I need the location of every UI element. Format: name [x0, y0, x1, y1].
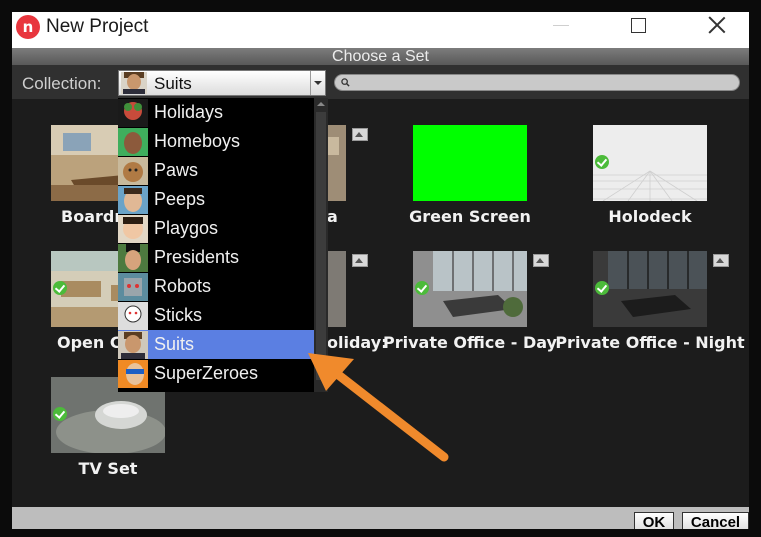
image-badge-icon	[533, 254, 549, 267]
set-label: Holodeck	[608, 207, 692, 226]
set-thumbnail	[593, 251, 707, 327]
installed-check-icon	[415, 281, 429, 295]
dropdown-item-sticks[interactable]: Sticks	[118, 301, 314, 330]
minimize-icon	[553, 25, 569, 26]
title-bar[interactable]: n New Project	[12, 12, 749, 48]
dialog-subtitle: Choose a Set	[12, 48, 749, 65]
ok-button[interactable]: OK	[634, 512, 674, 529]
suits-avatar-icon	[121, 72, 147, 94]
collection-toolbar: Collection: Suits	[12, 65, 749, 99]
set-tile-private-office-day[interactable]: Private Office - Day	[383, 251, 557, 352]
app-logo-icon: n	[16, 15, 40, 39]
image-badge-icon	[352, 254, 368, 267]
search-input[interactable]	[357, 75, 727, 90]
dropdown-toggle[interactable]	[310, 71, 325, 95]
collection-value: Suits	[154, 74, 192, 93]
search-box[interactable]	[334, 74, 740, 91]
collection-dropdown-list[interactable]: Holidays Homeboys Paws Peeps Playgos Pre…	[118, 98, 328, 392]
cancel-button[interactable]: Cancel	[682, 512, 749, 529]
presidents-avatar-icon	[118, 244, 148, 272]
installed-check-icon	[53, 281, 67, 295]
suits-avatar-icon	[118, 331, 148, 359]
homeboys-avatar-icon	[118, 128, 148, 156]
maximize-button[interactable]	[618, 12, 660, 42]
paws-avatar-icon	[118, 157, 148, 185]
set-label: Private Office - Night	[555, 333, 745, 352]
chevron-down-icon	[314, 81, 322, 85]
scroll-up-icon	[317, 102, 325, 106]
dialog-footer: OK Cancel	[12, 507, 749, 529]
set-label: TV Set	[78, 459, 138, 478]
image-badge-icon	[713, 254, 729, 267]
dropdown-item-superzeroes[interactable]: SuperZeroes	[118, 359, 314, 388]
set-thumbnail	[413, 251, 527, 327]
dropdown-item-paws[interactable]: Paws	[118, 156, 314, 185]
annotation-arrow-icon	[308, 353, 449, 462]
set-thumbnail	[413, 125, 527, 201]
peeps-avatar-icon	[118, 186, 148, 214]
dropdown-item-suits[interactable]: Suits	[118, 330, 314, 359]
search-icon	[341, 78, 350, 87]
dropdown-item-homeboys[interactable]: Homeboys	[118, 127, 314, 156]
set-tile-private-office-night[interactable]: Private Office - Night	[555, 251, 745, 352]
set-thumbnail	[593, 125, 707, 202]
dropdown-item-robots[interactable]: Robots	[118, 272, 314, 301]
playgos-avatar-icon	[118, 215, 148, 243]
superzeroes-avatar-icon	[118, 360, 148, 388]
robots-avatar-icon	[118, 273, 148, 301]
collection-select[interactable]: Suits	[118, 70, 326, 96]
image-badge-icon	[352, 128, 368, 141]
sticks-avatar-icon	[118, 302, 148, 330]
set-tile-green-screen[interactable]: Green Screen	[409, 125, 531, 226]
dropdown-item-peeps[interactable]: Peeps	[118, 185, 314, 214]
close-button[interactable]	[695, 12, 737, 42]
scrollbar-thumb[interactable]	[316, 112, 326, 380]
dropdown-item-holidays[interactable]: Holidays	[118, 98, 314, 127]
maximize-icon	[631, 18, 646, 33]
holidays-avatar-icon	[118, 99, 148, 127]
minimize-button[interactable]	[540, 12, 582, 42]
set-tile-holodeck[interactable]: Holodeck	[593, 125, 707, 226]
installed-check-icon	[595, 155, 609, 169]
installed-check-icon	[53, 407, 67, 421]
dropdown-item-playgos[interactable]: Playgos	[118, 214, 314, 243]
dropdown-item-presidents[interactable]: Presidents	[118, 243, 314, 272]
collection-label: Collection:	[22, 74, 102, 93]
window-title: New Project	[46, 16, 149, 37]
installed-check-icon	[595, 281, 609, 295]
